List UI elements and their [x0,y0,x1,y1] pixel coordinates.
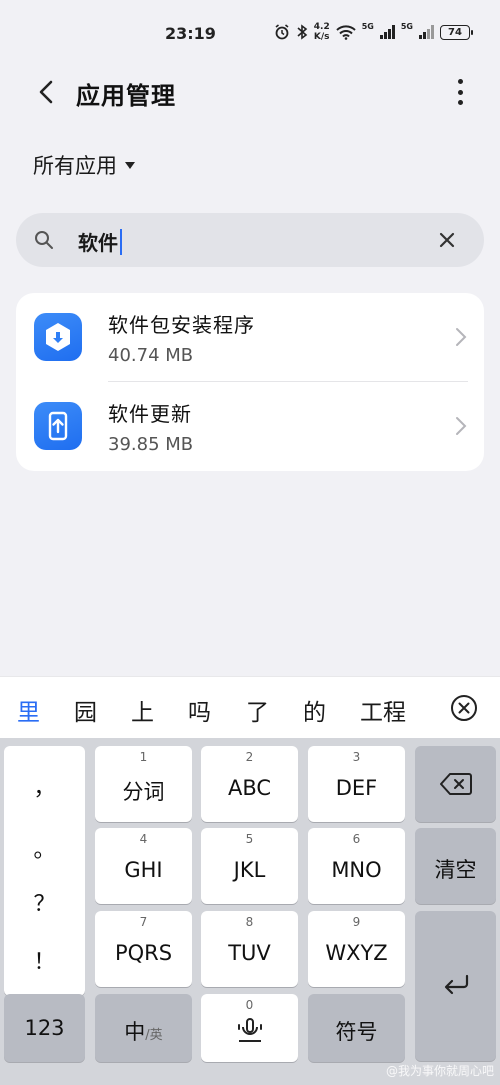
punctuation-column: ， 。 ？ ！ [4,746,85,996]
candidate-word[interactable]: 的 [303,693,326,727]
sim1-generation: 5G [361,22,374,31]
bluetooth-icon [297,24,308,40]
alarm-icon [275,24,289,40]
microphone-icon [238,1018,262,1042]
battery-icon: 74 [440,24,473,40]
language-switch-key[interactable]: 中/英 [95,994,192,1062]
key-6[interactable]: 6 MNO [308,828,405,904]
more-dot-icon [457,89,463,95]
key-4[interactable]: 4 GHI [95,828,192,904]
search-input[interactable]: 软件 [78,227,122,256]
more-options-button[interactable] [448,76,472,108]
network-speed: 4.2 K/s [313,22,330,42]
candidate-word[interactable]: 上 [131,693,154,727]
key-2[interactable]: 2 ABC [201,746,298,822]
page-title: 应用管理 [76,82,176,110]
sim2-generation: 5G [400,22,413,31]
chevron-right-icon [456,328,467,346]
app-list-item[interactable]: 软件更新 39.85 MB [16,382,484,470]
status-icons: 4.2 K/s 5G 5G 74 [274,22,473,42]
status-time: 23:19 [165,24,216,43]
key-5[interactable]: 5 JKL [201,828,298,904]
key-3[interactable]: 3 DEF [308,746,405,822]
space-voice-key[interactable]: 0 [201,994,298,1062]
signal-sim1-icon [379,25,395,39]
candidate-word[interactable]: 里 [17,693,40,727]
app-filter-dropdown[interactable]: 所有应用 [33,150,135,180]
punct-key[interactable]: ， [4,770,85,802]
candidate-word[interactable]: 吗 [188,693,211,727]
chevron-right-icon [456,417,467,435]
clear-search-icon[interactable] [438,231,456,249]
more-dot-icon [457,79,463,84]
candidate-word[interactable]: 园 [74,693,97,727]
close-candidates-icon[interactable] [450,694,478,722]
back-button[interactable] [32,76,64,108]
software-update-icon [34,402,82,450]
search-bar[interactable]: 软件 [16,213,484,267]
wifi-icon [336,24,356,40]
enter-icon [444,974,469,995]
app-name: 软件包安装程序 [108,313,255,337]
punct-key[interactable]: 。 [4,832,85,864]
backspace-icon [440,773,472,795]
clear-key[interactable]: 清空 [415,828,496,904]
more-dot-icon [457,100,463,105]
ime-candidate-bar: 里 园 上 吗 了 的 工程 [0,676,500,738]
package-installer-icon [34,313,82,361]
app-size: 40.74 MB [108,345,194,366]
backspace-key[interactable] [415,746,496,822]
app-size: 39.85 MB [108,434,194,455]
search-results-list: 软件包安装程序 40.74 MB 软件更新 39.85 MB [16,293,484,471]
app-bar: 应用管理 [0,70,500,115]
ime-keyboard: ， 。 ？ ！ 1 分词 2 ABC 3 DEF 4 GHI 5 JKL 6 M… [0,738,500,1085]
key-8[interactable]: 8 TUV [201,911,298,987]
app-list-item[interactable]: 软件包安装程序 40.74 MB [16,293,484,382]
search-icon [35,231,53,249]
symbol-key[interactable]: 符号 [308,994,405,1062]
watermark: @我为事你就周心吧 [385,1064,494,1078]
punct-key[interactable]: ？ [4,886,85,918]
candidate-word[interactable]: 了 [246,693,269,727]
signal-sim2-icon [419,25,434,39]
number-switch-key[interactable]: 123 [4,994,85,1062]
dropdown-caret-icon [125,161,135,169]
punct-key[interactable]: ！ [4,944,85,976]
back-arrow-icon [39,80,53,104]
battery-level: 74 [448,26,462,38]
status-bar: 23:19 4.2 K/s 5G 5G 74 [0,0,500,70]
enter-key[interactable] [415,911,496,1061]
candidate-word[interactable]: 工程 [360,693,406,727]
key-1[interactable]: 1 分词 [95,746,192,822]
app-name: 软件更新 [108,402,192,426]
key-9[interactable]: 9 WXYZ [308,911,405,987]
filter-label: 所有应用 [33,154,117,178]
key-7[interactable]: 7 PQRS [95,911,192,987]
text-cursor [120,228,122,255]
search-query: 软件 [78,231,118,255]
